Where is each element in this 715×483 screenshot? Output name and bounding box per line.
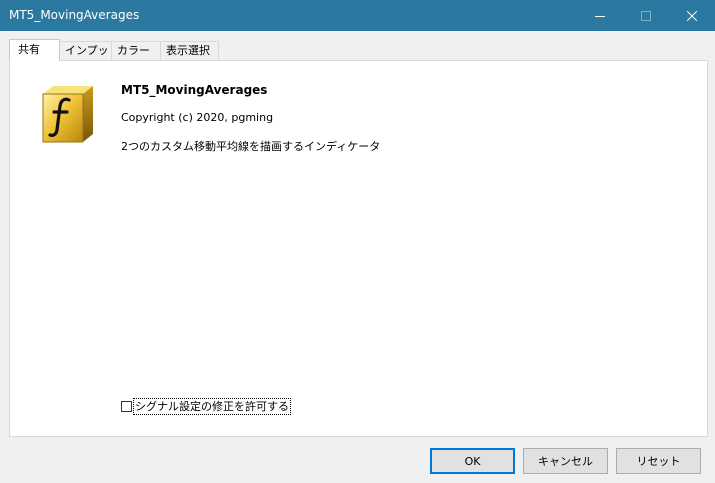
close-icon (687, 10, 697, 21)
tab-inputs[interactable]: インプット (59, 41, 120, 60)
tab-visualization[interactable]: 表示選択 (160, 41, 219, 60)
maximize-button (623, 0, 669, 31)
tab-colors[interactable]: カラー (111, 41, 161, 60)
allow-signal-edit-label[interactable]: シグナル設定の修正を許可する (133, 398, 291, 415)
close-button[interactable] (669, 0, 715, 31)
tab-panel-common: MT5_MovingAverages Copyright (c) 2020, p… (9, 60, 708, 437)
tab-bar: 共有 インプット カラー 表示選択 (0, 31, 715, 61)
description-text: 2つのカスタム移動平均線を描画するインディケータ (121, 140, 381, 153)
window-title: MT5_MovingAverages (9, 8, 140, 22)
allow-signal-edit-checkbox[interactable] (121, 401, 132, 412)
minimize-icon (595, 15, 605, 17)
cancel-button[interactable]: キャンセル (523, 448, 608, 474)
function-f-icon (39, 80, 95, 148)
ok-button[interactable]: OK (430, 448, 515, 474)
copyright-text: Copyright (c) 2020, pgming (121, 111, 274, 124)
program-name: MT5_MovingAverages (121, 83, 268, 97)
allow-signal-edit-row[interactable]: シグナル設定の修正を許可する (121, 398, 291, 415)
title-bar[interactable]: MT5_MovingAverages (0, 0, 715, 31)
tab-common[interactable]: 共有 (9, 39, 60, 61)
reset-button[interactable]: リセット (616, 448, 701, 474)
minimize-button[interactable] (577, 0, 623, 31)
maximize-icon (641, 10, 651, 21)
